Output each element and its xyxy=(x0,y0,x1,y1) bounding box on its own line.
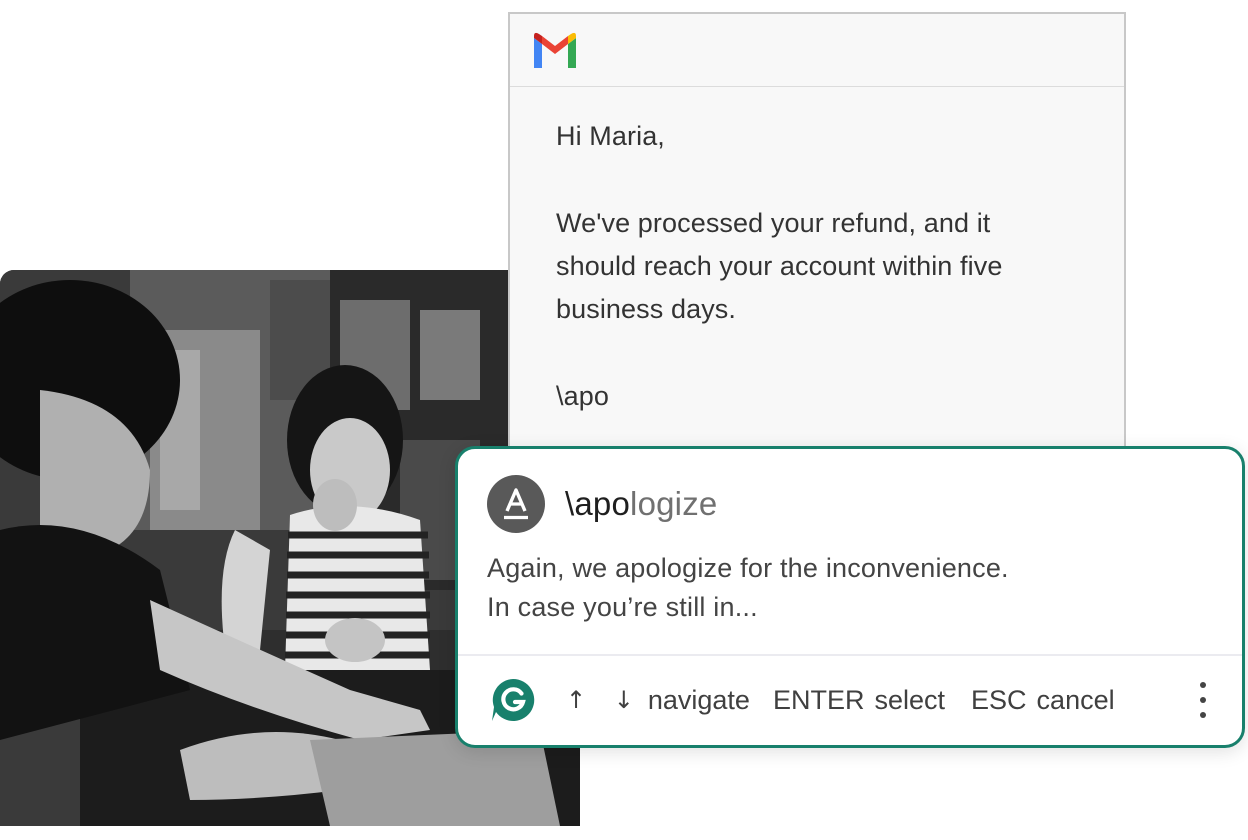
arrow-keys-icon: ↑ ↓ xyxy=(566,686,644,714)
email-line-2: should reach your account within five xyxy=(556,251,1003,281)
email-compose-card: Hi Maria, We've processed your refund, a… xyxy=(508,12,1126,472)
popup-footer: ↑ ↓ navigate ENTER select ESC cancel xyxy=(490,674,1242,726)
enter-hint: ENTER select xyxy=(773,685,945,716)
preview-line-1: Again, we apologize for the inconvenienc… xyxy=(487,553,1009,583)
snippet-suggestion[interactable]: \apologize xyxy=(487,475,1242,533)
preview-line-2: In case you’re still in... xyxy=(487,592,758,622)
snippet-trigger: \apologize xyxy=(565,485,717,523)
grammarly-icon xyxy=(492,678,535,721)
esc-key: ESC xyxy=(971,684,1027,715)
snippet-preview: Again, we apologize for the inconvenienc… xyxy=(487,549,1242,627)
popup-divider xyxy=(458,654,1242,656)
snippet-autocomplete-popup: \apologize Again, we apologize for the i… xyxy=(455,446,1245,748)
snippet-avatar xyxy=(487,475,545,533)
gmail-icon xyxy=(531,32,579,68)
navigate-hint: ↑ ↓ navigate xyxy=(536,685,750,716)
letter-a-icon xyxy=(504,488,528,520)
enter-label: select xyxy=(874,684,946,715)
email-header xyxy=(510,14,1124,87)
trigger-completion: logize xyxy=(630,485,718,522)
email-greeting: Hi Maria, xyxy=(556,121,665,151)
trigger-typed: \apo xyxy=(565,485,631,522)
enter-key: ENTER xyxy=(772,684,865,715)
more-vertical-icon[interactable] xyxy=(1192,676,1214,724)
email-body[interactable]: Hi Maria, We've processed your refund, a… xyxy=(510,87,1124,418)
email-line-1: We've processed your refund, and it xyxy=(556,208,991,238)
navigate-label: navigate xyxy=(647,684,750,715)
esc-hint: ESC cancel xyxy=(971,685,1115,716)
email-typed-shortcut: \apo xyxy=(556,381,609,411)
esc-label: cancel xyxy=(1036,684,1115,715)
email-line-3: business days. xyxy=(556,294,736,324)
